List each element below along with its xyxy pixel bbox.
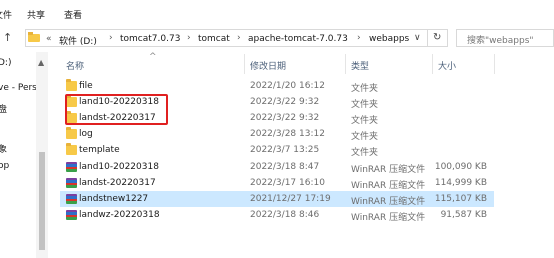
- column-header-row: [60, 52, 554, 76]
- column-divider[interactable]: [244, 54, 245, 74]
- breadcrumb-separator-icon[interactable]: ›: [357, 33, 361, 43]
- file-type: 文件夹: [351, 84, 379, 94]
- winrar-icon: [66, 193, 77, 204]
- refresh-icon: ↻: [433, 32, 442, 43]
- file-type: 文件夹: [351, 100, 379, 111]
- highlight-box: [65, 94, 168, 125]
- file-size: 114,999 KB: [434, 177, 487, 188]
- scroll-up-icon[interactable]: ▲: [38, 58, 44, 67]
- file-row[interactable]: landwz-20220318 2022/3/18 8:46 WinRAR 压缩文件…: [60, 207, 494, 223]
- file-modified-date: 2022/1/20 16:12: [250, 81, 325, 91]
- file-size: 115,107 KB: [434, 193, 487, 204]
- file-type: 文件夹: [351, 116, 379, 127]
- refresh-button[interactable]: ↻: [428, 29, 448, 47]
- file-row[interactable]: landst-20220317 2022/3/17 16:10 WinRAR 压缩文…: [60, 175, 494, 191]
- folder-icon: [66, 127, 77, 140]
- column-divider[interactable]: [345, 54, 346, 74]
- breadcrumb-separator-icon[interactable]: ›: [237, 33, 241, 43]
- breadcrumb-item[interactable]: tomcat: [198, 34, 230, 44]
- file-row[interactable]: file 2022/1/20 16:12 文件夹: [60, 78, 494, 94]
- file-name: landstnew1227: [79, 193, 149, 204]
- winrar-icon: [66, 209, 77, 220]
- breadcrumb-item[interactable]: 软件 (D:): [59, 34, 97, 47]
- folder-icon: [66, 143, 77, 156]
- file-modified-date: 2022/3/22 9:32: [250, 113, 320, 124]
- search-input[interactable]: 搜索"webapps": [456, 29, 554, 47]
- file-modified-date: 2022/3/7 13:25: [250, 145, 320, 156]
- file-name: landst-20220317: [79, 177, 156, 188]
- column-divider[interactable]: [432, 54, 433, 74]
- file-modified-date: 2022/3/28 13:12: [250, 129, 325, 140]
- file-modified-date: 2022/3/18 8:47: [250, 161, 320, 172]
- nav-item-desktop[interactable]: op: [0, 161, 9, 171]
- folder-icon: [66, 79, 77, 91]
- file-modified-date: 2022/3/22 9:32: [250, 97, 320, 108]
- file-name: landwz-20220318: [79, 209, 160, 220]
- column-header-type[interactable]: 类型: [351, 59, 369, 72]
- search-placeholder: 搜索"webapps": [467, 36, 534, 46]
- file-modified-date: 2022/3/18 8:46: [250, 209, 320, 220]
- file-name: template: [79, 145, 120, 156]
- winrar-icon: [66, 177, 77, 188]
- column-header-date[interactable]: 修改日期: [250, 59, 286, 72]
- breadcrumb-overflow-icon[interactable]: «: [46, 34, 52, 44]
- column-header-size[interactable]: 大小: [438, 59, 456, 72]
- tab-view[interactable]: 查看: [64, 8, 82, 21]
- nav-item-drive[interactable]: 盘: [0, 102, 7, 115]
- breadcrumb-item[interactable]: apache-tomcat-7.0.73: [248, 34, 348, 44]
- ribbon: 文件 共享 查看: [0, 0, 554, 24]
- tab-file[interactable]: 文件: [0, 8, 12, 21]
- file-row[interactable]: template 2022/3/7 13:25 文件夹: [60, 142, 494, 158]
- file-name: log: [79, 129, 93, 140]
- file-row[interactable]: land10-20220318 2022/3/18 8:47 WinRAR 压缩文件…: [60, 159, 494, 175]
- breadcrumb-separator-icon[interactable]: ›: [109, 33, 113, 43]
- nav-item-drive-d[interactable]: D:): [0, 58, 11, 68]
- breadcrumb-separator-icon[interactable]: ›: [187, 33, 191, 43]
- file-row[interactable]: log 2022/3/28 13:12 文件夹: [60, 126, 494, 142]
- tab-share[interactable]: 共享: [27, 8, 45, 21]
- folder-icon: [28, 32, 41, 42]
- column-header-name[interactable]: 名称: [66, 59, 84, 72]
- file-modified-date: 2022/3/17 16:10: [250, 177, 325, 188]
- file-name: land10-20220318: [79, 161, 159, 172]
- nav-scrollbar-thumb[interactable]: [39, 152, 45, 250]
- chevron-down-icon[interactable]: ∨: [414, 33, 421, 43]
- breadcrumb-item[interactable]: webapps: [369, 34, 409, 44]
- file-type: 文件夹: [351, 148, 379, 159]
- breadcrumb-item[interactable]: tomcat7.0.73: [120, 34, 180, 44]
- file-size: 91,587 KB: [440, 209, 487, 220]
- column-divider[interactable]: [494, 54, 495, 74]
- nav-item-objects[interactable]: 象: [0, 142, 7, 155]
- file-modified-date: 2021/12/27 17:19: [250, 193, 331, 204]
- file-size: 100,090 KB: [434, 161, 487, 172]
- file-name: file: [79, 81, 93, 91]
- file-row[interactable]: landstnew1227 2021/12/27 17:19 WinRAR 压缩文件…: [60, 190, 494, 207]
- file-type: 文件夹: [351, 132, 379, 143]
- sort-ascending-icon: ^: [149, 52, 157, 62]
- winrar-icon: [66, 161, 77, 172]
- up-arrow-icon[interactable]: ↑: [3, 31, 12, 44]
